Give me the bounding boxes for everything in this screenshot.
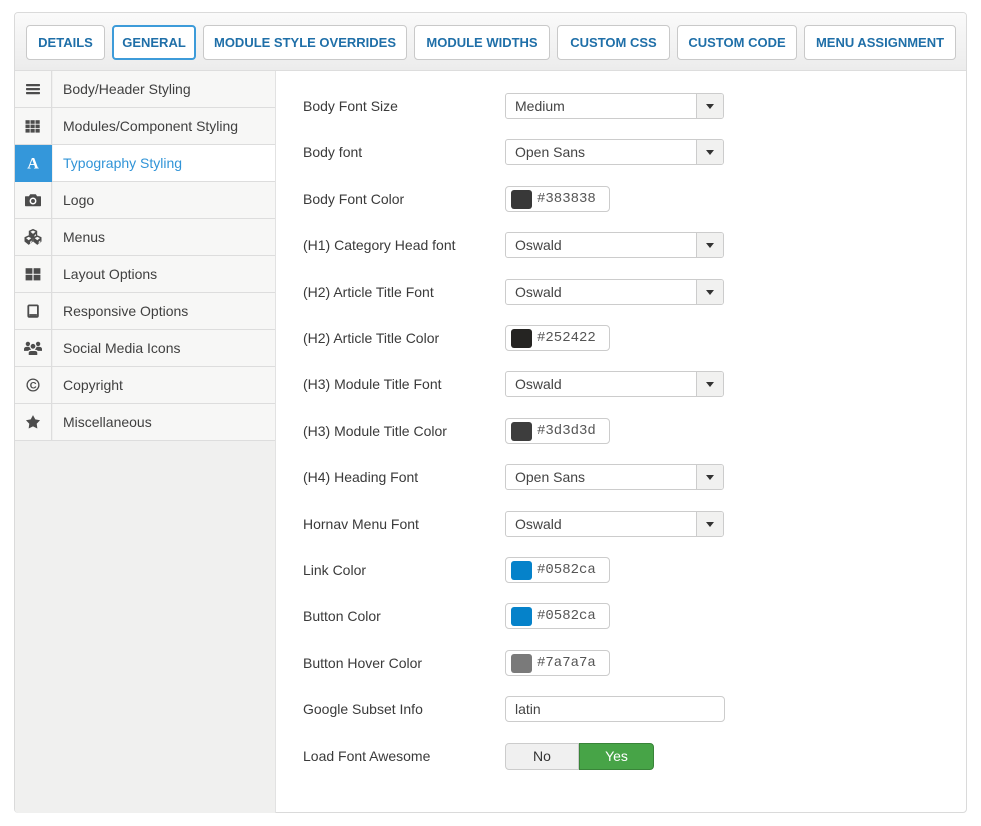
svg-text:C: C <box>30 380 37 391</box>
svg-text:A: A <box>27 155 39 172</box>
